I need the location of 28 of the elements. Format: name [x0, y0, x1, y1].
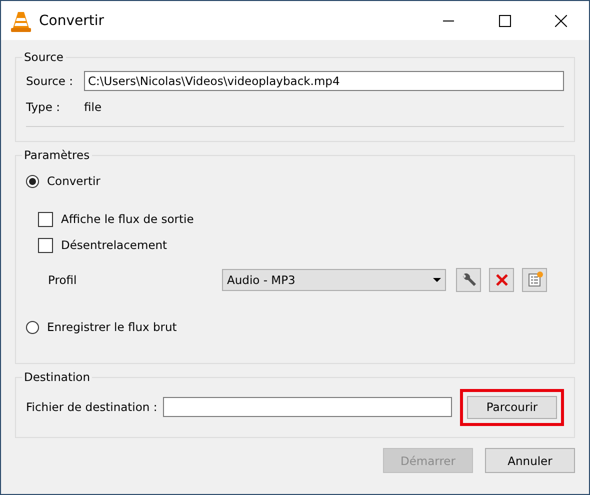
delete-button[interactable]	[489, 268, 514, 292]
checkbox-option[interactable]: Affiche le flux de sortie	[38, 206, 564, 232]
profile-dropdown[interactable]: Audio - MP3	[222, 269, 446, 291]
radio-option[interactable]: Enregistrer le flux brut	[26, 316, 564, 338]
destination-field[interactable]	[163, 397, 452, 417]
source-label: Source :	[26, 74, 74, 88]
checkbox-option[interactable]: Désentrelacement	[38, 232, 564, 258]
traffic-cone-icon	[11, 10, 31, 32]
group-title: Destination	[23, 370, 91, 384]
cancel-button[interactable]: Annuler	[485, 448, 575, 473]
close-icon	[494, 273, 508, 287]
radio-option[interactable]: Convertir	[26, 170, 564, 192]
window-title: Convertir	[39, 12, 106, 28]
type-label: Type :	[26, 100, 61, 114]
group-title: Source	[23, 50, 64, 64]
browse-button[interactable]: Parcourir	[467, 396, 557, 418]
profile-label: Profil	[48, 273, 78, 287]
maximize-icon[interactable]	[499, 14, 511, 26]
wrench-icon	[460, 272, 476, 288]
dropdown-arrow-icon	[433, 278, 441, 282]
close-icon[interactable]	[555, 14, 567, 26]
list-icon	[526, 271, 544, 289]
destination-label: Fichier de destination :	[26, 400, 158, 414]
group-title: Paramètres	[23, 148, 91, 162]
wrench-button[interactable]	[456, 268, 481, 292]
type-value: file	[84, 100, 102, 114]
source-field[interactable]: C:\Users\Nicolas\Videos\videoplayback.mp4	[84, 71, 564, 91]
new-profile-button[interactable]	[522, 268, 547, 292]
